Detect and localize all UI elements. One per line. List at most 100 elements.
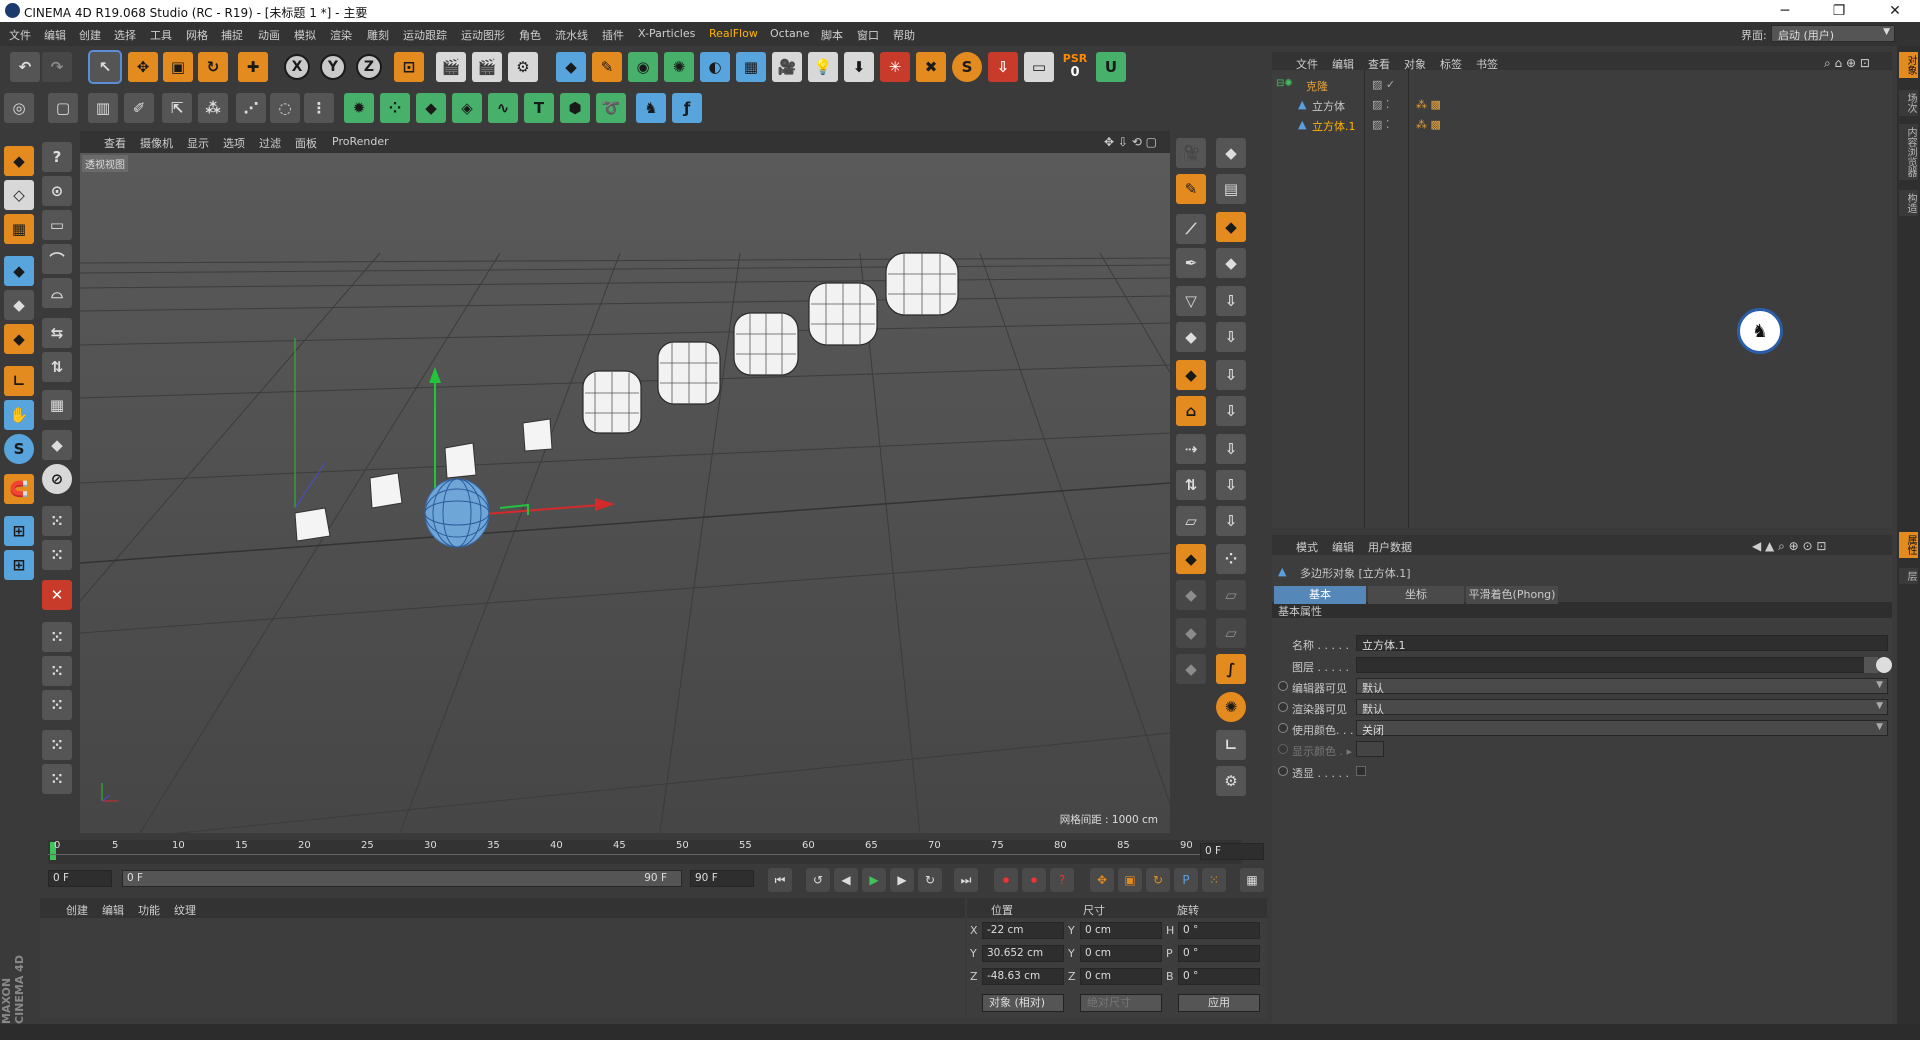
apply-button[interactable]: 应用 bbox=[1178, 994, 1260, 1012]
keyframe-selection-icon[interactable]: ? bbox=[1050, 868, 1074, 892]
menu-animate[interactable]: 动画 bbox=[258, 27, 280, 43]
edges-mode-icon[interactable]: ◇ bbox=[4, 180, 34, 210]
prop-layer-field[interactable] bbox=[1356, 657, 1868, 673]
points-grid-4-icon[interactable]: ⁙ bbox=[42, 656, 72, 686]
size-z-field[interactable]: 0 cm bbox=[1080, 968, 1162, 985]
anim-dot-2[interactable] bbox=[1278, 702, 1288, 712]
cross-icon[interactable]: ✕ bbox=[42, 580, 72, 610]
cube-tool-4-icon[interactable]: ◆ bbox=[1176, 618, 1206, 648]
x-equals-icon[interactable]: ⁘ bbox=[1216, 544, 1246, 574]
texture-mode-icon[interactable]: ◆ bbox=[4, 324, 34, 354]
redo-icon[interactable]: ↷ bbox=[42, 52, 72, 82]
lock-workplane-icon[interactable]: ⊞ bbox=[4, 516, 34, 546]
vp-menu-camera[interactable]: 摄像机 bbox=[140, 135, 173, 151]
layer-browse-icon[interactable] bbox=[1876, 657, 1892, 673]
disable-icon[interactable]: ⊘ bbox=[42, 464, 72, 494]
vp-menu-view[interactable]: 查看 bbox=[104, 135, 126, 151]
vp-menu-options[interactable]: 选项 bbox=[223, 135, 245, 151]
cube-gear-icon[interactable]: ◆ bbox=[1216, 212, 1246, 242]
layers-down-5-icon[interactable]: ⇩ bbox=[1216, 434, 1246, 464]
help-icon[interactable]: ? bbox=[42, 142, 72, 172]
drop-down-icon[interactable]: ⇩ bbox=[988, 52, 1018, 82]
current-frame-field[interactable]: 0 F bbox=[1200, 843, 1264, 860]
light-icon[interactable]: 💡 bbox=[808, 52, 838, 82]
viewport-layout-icon[interactable]: ▢ bbox=[48, 93, 78, 123]
cube-tool-icon[interactable]: ◆ bbox=[1176, 360, 1206, 390]
layout-grid-icon[interactable]: ▦ bbox=[42, 390, 72, 420]
soft-selection-icon[interactable]: ✋ bbox=[4, 400, 34, 430]
camera-tool-icon[interactable]: 🎥 bbox=[1176, 138, 1206, 168]
visibility-icon[interactable]: ▨ ✓ bbox=[1372, 78, 1395, 91]
minimize-button[interactable]: ─ bbox=[1762, 0, 1808, 22]
radiation-icon[interactable]: ✺ bbox=[1216, 692, 1246, 722]
timeline-window-icon[interactable]: ▦ bbox=[1240, 868, 1264, 892]
menu-select[interactable]: 选择 bbox=[114, 27, 136, 43]
pen-spline-icon[interactable]: ✎ bbox=[592, 52, 622, 82]
attr-nav-icons[interactable]: ◀ ▲ ⌕ ⊕ ⊙ ⊡ bbox=[1752, 539, 1826, 554]
visibility-icon[interactable]: ▨ ⁚ bbox=[1372, 98, 1389, 111]
plane-tool-icon[interactable]: ▱ bbox=[1176, 506, 1206, 536]
size-mode-dropdown[interactable]: 绝对尺寸 bbox=[1080, 994, 1162, 1012]
fold-2-icon[interactable]: ▱ bbox=[1216, 618, 1246, 648]
vp-menu-display[interactable]: 显示 bbox=[187, 135, 209, 151]
next-frame-icon[interactable]: ▶ bbox=[890, 868, 914, 892]
edit-render-icon[interactable]: ▥ bbox=[88, 93, 118, 123]
menu-character[interactable]: 角色 bbox=[519, 27, 541, 43]
key-position-icon[interactable]: ✥ bbox=[1090, 868, 1114, 892]
prop-name-field[interactable]: 立方体.1 bbox=[1356, 635, 1888, 652]
fracture-icon[interactable]: ✹ bbox=[344, 93, 374, 123]
lasso-select-icon[interactable]: ⁂ bbox=[198, 93, 228, 123]
coordinate-system-icon[interactable]: ⊡ bbox=[394, 52, 424, 82]
record-icon[interactable]: ⏺ bbox=[994, 868, 1018, 892]
y-axis-lock-button[interactable]: Y bbox=[320, 54, 346, 80]
x-axis-lock-button[interactable]: X bbox=[284, 54, 310, 80]
menu-octane[interactable]: Octane bbox=[770, 27, 810, 40]
deformer-icon[interactable]: ◐ bbox=[700, 52, 730, 82]
spline-effector-icon[interactable]: ➰ bbox=[596, 93, 626, 123]
bridge-icon[interactable]: ⌂ bbox=[1176, 396, 1206, 426]
cube-tool-2-icon[interactable]: ◆ bbox=[1176, 544, 1206, 574]
layout-dropdown[interactable]: 启动 (用户) ▼ bbox=[1771, 25, 1895, 42]
previous-key-icon[interactable]: ↺ bbox=[806, 868, 830, 892]
next-key-icon[interactable]: ↻ bbox=[918, 868, 942, 892]
pos-z-field[interactable]: -48.63 cm bbox=[982, 968, 1064, 985]
object-mode-icon[interactable]: ◆ bbox=[4, 290, 34, 320]
key-param-icon[interactable]: P bbox=[1174, 868, 1198, 892]
object-row-cube[interactable]: ▲ 立方体 ▨ ⁚ ⁂ ▩ bbox=[1272, 98, 1892, 116]
start-frame-field[interactable]: 0 F bbox=[48, 870, 112, 887]
move-tool-icon[interactable]: ✥ bbox=[128, 52, 158, 82]
menu-create[interactable]: 创建 bbox=[79, 27, 101, 43]
tab-coordinates[interactable]: 坐标 bbox=[1368, 586, 1464, 604]
drop-to-floor-icon[interactable]: ⬇ bbox=[844, 52, 874, 82]
render-view-icon[interactable]: 🎬 bbox=[436, 52, 466, 82]
polygon-select-icon[interactable]: ⌓ bbox=[42, 278, 72, 308]
go-to-start-icon[interactable]: ⏮ bbox=[768, 868, 792, 892]
size-x-field[interactable]: 0 cm bbox=[1080, 922, 1162, 939]
menu-simulate[interactable]: 模拟 bbox=[294, 27, 316, 43]
mat-menu-create[interactable]: 创建 bbox=[66, 902, 88, 918]
previous-frame-icon[interactable]: ◀ bbox=[834, 868, 858, 892]
floor-icon[interactable]: ▦ bbox=[736, 52, 766, 82]
psr-button[interactable]: PSR 0 bbox=[1060, 52, 1090, 82]
restore-button[interactable]: ❐ bbox=[1816, 0, 1862, 22]
camera-icon[interactable]: 🎥 bbox=[772, 52, 802, 82]
brush-icon[interactable]: ✐ bbox=[124, 93, 154, 123]
close-button[interactable]: ✕ bbox=[1872, 0, 1918, 22]
menu-file[interactable]: 文件 bbox=[9, 27, 31, 43]
attr-menu-mode[interactable]: 模式 bbox=[1296, 539, 1318, 555]
points-grid-5-icon[interactable]: ⁙ bbox=[42, 690, 72, 720]
anim-dot-5[interactable] bbox=[1278, 766, 1288, 776]
attr-menu-userdata[interactable]: 用户数据 bbox=[1368, 539, 1412, 555]
render-picture-viewer-icon[interactable]: 🎬 bbox=[472, 52, 502, 82]
solo-icon[interactable]: S bbox=[4, 434, 34, 464]
layers-down-7-icon[interactable]: ⇩ bbox=[1216, 506, 1246, 536]
mograph-text-icon[interactable]: T bbox=[524, 93, 554, 123]
subdivision-surface-icon[interactable]: ◉ bbox=[628, 52, 658, 82]
visibility-icon[interactable]: ▨ ⁚ bbox=[1372, 118, 1389, 131]
s-plugin-icon[interactable]: S bbox=[952, 52, 982, 82]
perspective-viewport[interactable]: 透视视图 网格间距 : 1000 cm bbox=[80, 153, 1170, 833]
strip-tab-structure[interactable]: 构造 bbox=[1899, 190, 1918, 216]
points-grid-2-icon[interactable]: ⁙ bbox=[42, 540, 72, 570]
rotate-tool-icon[interactable]: ↻ bbox=[198, 52, 228, 82]
rot-p-field[interactable]: 0 ° bbox=[1178, 945, 1260, 962]
